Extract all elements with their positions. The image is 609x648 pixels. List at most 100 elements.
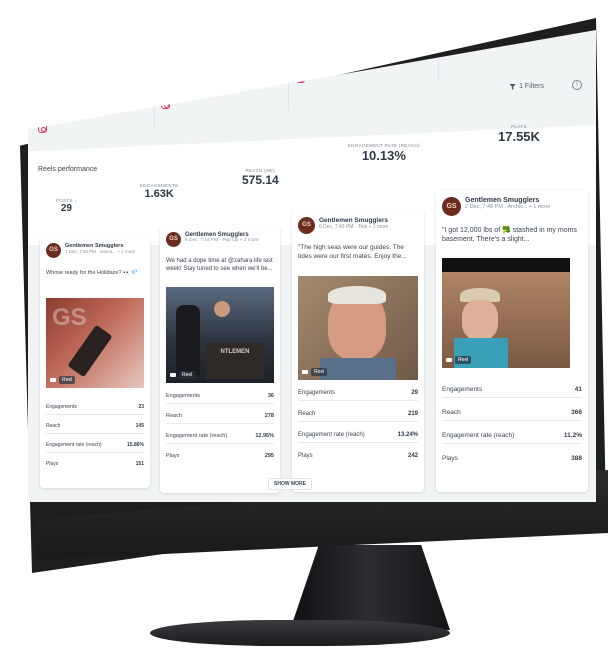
stat-engagements: Engagements 36 — [166, 393, 274, 404]
stat-label: Engagement rate (reach) — [298, 432, 365, 438]
stat-value: 295 — [264, 453, 274, 459]
filters-label: 1 Filters — [519, 83, 544, 90]
stat-value: 11.2% — [563, 432, 582, 439]
stat-value: 145 — [135, 423, 144, 429]
stat-label: Engagement rate (reach) — [46, 442, 102, 448]
stat-plays: Plays 151 — [46, 461, 144, 471]
reel-tag: Reel — [179, 371, 196, 379]
card-header: GS Gentlemen Smugglers 6 Dec, 7:14 PM · … — [166, 232, 259, 247]
stat-label: Plays — [46, 461, 59, 467]
stat-engagements: Engagements 29 — [298, 390, 418, 401]
metric-plays: PLAYS 17.55K — [498, 124, 540, 144]
avatar: GS — [298, 217, 315, 234]
person-image — [176, 305, 200, 375]
reel-badge: Reel — [446, 356, 472, 364]
stat-engagement-rate: Engagement rate (reach) 13.24% — [298, 432, 418, 443]
reel-card[interactable]: GS Gentlemen Smugglers 7 Dec, 7:00 PM · … — [40, 236, 150, 488]
monitor-stand — [290, 545, 450, 630]
reel-badge: Reel — [50, 376, 76, 384]
card-stats: Engagements 41 Reach 366 Engagement rate (… — [442, 386, 582, 466]
stat-value: 366 — [571, 409, 582, 416]
reel-tag: Reel — [311, 368, 328, 376]
card-stats: Engagements 36 Reach 278 Engagement rate (… — [166, 393, 274, 463]
video-icon — [50, 378, 56, 382]
stat-engagements: Engagements 23 — [46, 404, 144, 415]
filter-icon — [509, 83, 517, 90]
metric-posts: POSTS ↓ 29 — [56, 198, 77, 214]
video-letterbox — [442, 258, 570, 272]
reel-thumbnail[interactable]: Reel — [442, 258, 570, 368]
product-tin-image — [67, 324, 113, 378]
stat-label: Engagement rate (reach) — [442, 432, 515, 439]
stat-value: 219 — [407, 411, 418, 417]
metric-value: 17.55K — [498, 129, 540, 144]
stat-engagements: Engagements 41 — [442, 386, 582, 398]
post-meta: 6 Dec, 7:43 PM · Tink + 1 more — [319, 224, 389, 230]
show-more-button[interactable]: SHOW MORE — [268, 478, 312, 490]
stat-engagement-rate: Engagement rate (reach) 11.2% — [442, 432, 582, 444]
stat-value: 23 — [138, 404, 144, 410]
card-header: GS Gentlemen Smugglers 6 Dec, 7:43 PM · … — [298, 217, 388, 234]
stat-label: Reach — [298, 411, 316, 417]
reels-performance-title: Reels performance — [38, 166, 98, 173]
reel-card[interactable]: GS Gentlemen Smugglers 6 Dec, 7:14 PM · … — [160, 225, 280, 493]
avatar: GS — [166, 232, 181, 247]
metric-value: 29 — [60, 203, 72, 214]
stat-label: Engagement rate (reach) — [166, 433, 228, 439]
card-header: GS Gentlemen Smugglers 7 Dec, 7:00 PM · … — [46, 243, 135, 258]
profile-tab-row — [28, 30, 596, 133]
person-shirt-image — [320, 358, 396, 380]
instagram-icon[interactable] — [161, 100, 170, 109]
booth-banner-image: NTLEMEN — [206, 343, 264, 379]
reel-card[interactable]: GS Gentlemen Smugglers 2 Dec, 7:48 PM · … — [436, 190, 588, 492]
card-header: GS Gentlemen Smugglers 2 Dec, 7:48 PM · … — [442, 197, 550, 216]
stat-label: Plays — [442, 455, 458, 462]
metric-value: 575.14 — [242, 173, 279, 187]
account-name[interactable]: Gentlemen Smugglers — [319, 217, 388, 224]
stat-value: 278 — [264, 413, 274, 419]
stat-plays: Plays 388 — [442, 455, 582, 466]
stat-label: Reach — [442, 409, 461, 416]
stat-engagement-rate: Engagement rate (reach) 15.86% — [46, 442, 144, 453]
reel-thumbnail[interactable]: GS Reel — [46, 298, 144, 388]
reel-card[interactable]: GS Gentlemen Smugglers 6 Dec, 7:43 PM · … — [292, 210, 424, 492]
reel-thumbnail[interactable]: Reel — [298, 276, 418, 380]
instagram-icon[interactable] — [38, 124, 47, 133]
stat-value: 12.95% — [255, 433, 274, 439]
metric-reach: REACH (ME) 575.14 — [242, 168, 279, 187]
watermark-logo: GS — [52, 304, 87, 331]
stat-label: Reach — [46, 423, 61, 429]
metric-value: 10.13% — [361, 148, 406, 163]
stat-label: Engagements — [46, 404, 77, 410]
filters-button[interactable]: 1 Filters — [509, 83, 544, 90]
stat-reach: Reach 219 — [298, 411, 418, 422]
instagram-icon[interactable] — [296, 74, 305, 83]
tab-divider — [154, 52, 155, 127]
avatar: GS — [442, 197, 461, 216]
metric-engagements: ENGAGEMENTS 1.63K — [140, 183, 178, 200]
stat-label: Plays — [298, 453, 313, 459]
stat-value: 242 — [407, 453, 418, 459]
stat-reach: Reach 278 — [166, 413, 274, 424]
reel-tag: Reel — [59, 376, 76, 384]
post-meta: 6 Dec, 7:14 PM · Pop Up + 2 more — [185, 238, 259, 243]
metric-value: 1.63K — [144, 188, 174, 200]
stat-value: 29 — [411, 390, 418, 396]
stat-value: 15.86% — [127, 442, 144, 448]
stat-reach: Reach 145 — [46, 423, 144, 434]
reel-thumbnail[interactable]: NTLEMEN Reel — [166, 287, 274, 383]
monitor-stand-base — [150, 620, 450, 646]
post-caption: We had a dope time at @zahara.life last … — [166, 258, 273, 273]
person-face-image — [214, 301, 230, 317]
info-icon[interactable]: i — [572, 80, 582, 90]
stat-label: Engagements — [442, 386, 483, 393]
stat-value: 151 — [135, 461, 144, 467]
video-icon — [446, 358, 452, 362]
stat-value: 13.24% — [397, 432, 418, 438]
account-name[interactable]: Gentlemen Smugglers — [465, 197, 550, 204]
post-meta: 7 Dec, 7:00 PM · anima... + 1 more — [65, 249, 136, 254]
stat-reach: Reach 366 — [442, 409, 582, 421]
tab-divider — [288, 40, 289, 110]
post-meta: 2 Dec, 7:48 PM · Archiv... + 1 more — [465, 204, 551, 210]
card-stats: Engagements 29 Reach 219 Engagement rate (… — [298, 390, 418, 463]
